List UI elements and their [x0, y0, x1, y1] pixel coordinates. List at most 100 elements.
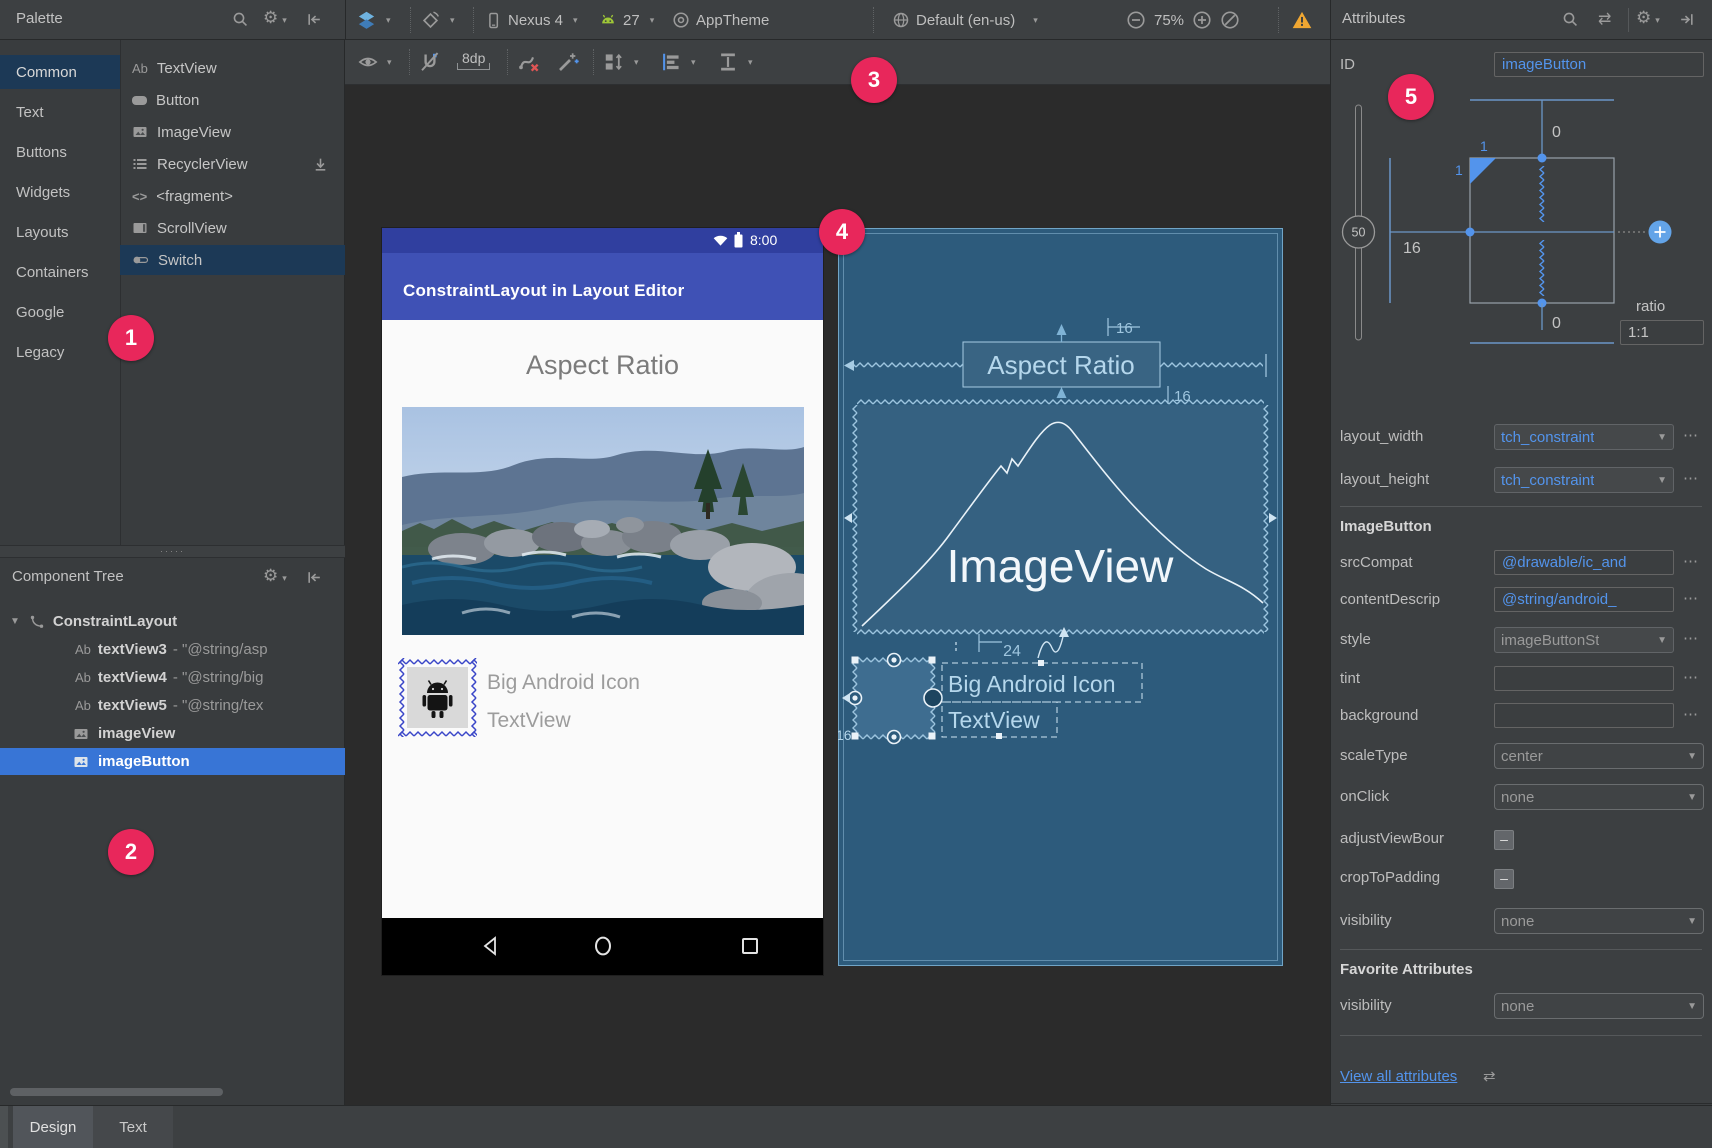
palette-item-recyclerview[interactable]: RecyclerView: [120, 149, 345, 179]
tree-row-constraintlayout[interactable]: ▼ ConstraintLayout: [0, 608, 345, 635]
recents-button-icon[interactable]: [740, 936, 760, 956]
layout-height-dropdown[interactable]: tch_constraint▼: [1494, 467, 1674, 493]
palette-category-text[interactable]: Text: [0, 95, 120, 129]
attr-row-favorite-visibility: visibility none▼: [1331, 993, 1712, 1021]
attr-row-style: style imageButtonSt▼ ⋯: [1331, 627, 1712, 655]
attr-row-layout-width: layout_width tch_constraint▼ ⋯: [1331, 424, 1712, 452]
tree-row-textview4[interactable]: Ab textView4 - "@string/big: [0, 664, 345, 691]
zoom-fit-icon[interactable]: [1220, 10, 1240, 30]
chevron-down-icon: ▼: [1687, 1001, 1697, 1012]
gear-icon[interactable]: ⚙▾: [263, 8, 287, 28]
palette-item-fragment[interactable]: <> <fragment>: [120, 181, 345, 211]
palette-category-containers[interactable]: Containers: [0, 255, 120, 289]
view-all-attributes-link[interactable]: View all attributes: [1340, 1068, 1457, 1085]
expander-icon[interactable]: ▼: [10, 616, 20, 627]
default-margin-control[interactable]: 8dp: [457, 50, 490, 70]
orientation-selector[interactable]: ▾: [421, 0, 455, 40]
tree-row-imagebutton[interactable]: imageButton: [0, 748, 345, 775]
background-input[interactable]: [1494, 703, 1674, 728]
image-icon: [132, 124, 148, 140]
palette-item-imageview[interactable]: ImageView: [120, 117, 345, 147]
clear-constraints-icon[interactable]: [517, 50, 541, 74]
autoconnect-off-icon[interactable]: [419, 51, 441, 73]
zoom-out-icon[interactable]: [1126, 10, 1146, 30]
tree-row-textview3[interactable]: Ab textView3 - "@string/asp: [0, 636, 345, 663]
device-selector[interactable]: Nexus 4▾: [485, 0, 578, 40]
attributes-header: Attributes ⇄ ⚙▾: [1330, 0, 1712, 40]
tree-row-imageview[interactable]: imageView: [0, 720, 345, 747]
swap-view-icon[interactable]: ⇄: [1598, 9, 1611, 29]
tab-text[interactable]: Text: [93, 1106, 173, 1148]
contentdescription-input[interactable]: @string/android_: [1494, 587, 1674, 612]
gear-icon[interactable]: ⚙▾: [1636, 8, 1660, 28]
tree-row-textview5[interactable]: Ab textView5 - "@string/tex: [0, 692, 345, 719]
tab-design[interactable]: Design: [13, 1106, 93, 1148]
code-icon: <>: [132, 189, 147, 204]
scaletype-dropdown[interactable]: center▼: [1494, 743, 1704, 769]
palette-category-buttons[interactable]: Buttons: [0, 135, 120, 169]
blueprint-imageview[interactable]: [857, 405, 1264, 632]
more-options-button[interactable]: ⋯: [1683, 629, 1699, 647]
more-options-button[interactable]: ⋯: [1683, 426, 1699, 444]
id-input[interactable]: imageButton: [1494, 52, 1704, 77]
infer-constraints-icon[interactable]: [556, 50, 580, 74]
home-button-icon[interactable]: [592, 935, 614, 957]
guideline-controls[interactable]: ▾: [717, 40, 753, 84]
textview-caption[interactable]: Big Android Icon TextView: [487, 664, 640, 740]
annotation-badge-5: 5: [1388, 74, 1434, 120]
collapse-panel-icon[interactable]: [306, 11, 323, 28]
palette-category-common[interactable]: Common: [0, 55, 120, 89]
collapse-panel-icon[interactable]: [1678, 11, 1695, 28]
palette-category-google[interactable]: Google: [0, 295, 120, 329]
view-options[interactable]: ▾: [358, 40, 392, 84]
layout-width-dropdown[interactable]: tch_constraint▼: [1494, 424, 1674, 450]
textview-aspect-ratio[interactable]: Aspect Ratio: [382, 350, 823, 381]
ratio-input[interactable]: 1:1: [1620, 320, 1704, 345]
palette-item-scrollview[interactable]: ScrollView: [120, 213, 345, 243]
more-options-button[interactable]: ⋯: [1683, 469, 1699, 487]
palette-category-legacy[interactable]: Legacy: [0, 335, 120, 369]
api-selector[interactable]: 27▾: [599, 0, 654, 40]
pack-controls[interactable]: ▾: [603, 40, 639, 84]
search-icon[interactable]: [1562, 11, 1579, 28]
warning-icon[interactable]: [1291, 10, 1313, 30]
design-surface-toolbar: ▾ ▾ Nexus 4▾ 27▾: [345, 0, 1330, 40]
palette-category-layouts[interactable]: Layouts: [0, 215, 120, 249]
favorite-attributes-header: Favorite Attributes: [1340, 961, 1473, 978]
search-icon[interactable]: [232, 11, 249, 28]
more-options-button[interactable]: ⋯: [1683, 589, 1699, 607]
back-button-icon[interactable]: [480, 935, 500, 957]
tint-input[interactable]: [1494, 666, 1674, 691]
favorite-visibility-dropdown[interactable]: none▼: [1494, 993, 1704, 1019]
blueprint-imagebutton-selected[interactable]: [855, 660, 933, 737]
zoom-in-icon[interactable]: [1192, 10, 1212, 30]
constraint-widget[interactable]: 50 0 16 1 1 0: [1331, 85, 1712, 360]
panel-splitter[interactable]: ·····: [0, 545, 345, 558]
imagebutton-android[interactable]: [398, 658, 477, 737]
blueprint-view[interactable]: Aspect Ratio 16 16 ImageView: [838, 228, 1283, 966]
design-surface-selector[interactable]: ▾: [357, 0, 391, 40]
style-dropdown[interactable]: imageButtonSt▼: [1494, 627, 1674, 653]
more-options-button[interactable]: ⋯: [1683, 705, 1699, 723]
chevron-down-icon: ▼: [1687, 792, 1697, 803]
locale-selector[interactable]: Default (en-us)▾: [892, 0, 1038, 40]
palette-item-switch[interactable]: Switch: [120, 245, 345, 275]
design-view-phone[interactable]: 8:00 ConstraintLayout in Layout Editor A…: [382, 228, 823, 975]
visibility-dropdown[interactable]: none▼: [1494, 908, 1704, 934]
palette-category-widgets[interactable]: Widgets: [0, 175, 120, 209]
srccompat-input[interactable]: @drawable/ic_and: [1494, 550, 1674, 575]
gear-icon[interactable]: ⚙▾: [263, 566, 287, 586]
align-controls[interactable]: ▾: [660, 40, 696, 84]
palette-item-textview[interactable]: Ab TextView: [120, 53, 345, 83]
adjustviewbounds-checkbox[interactable]: –: [1494, 830, 1514, 850]
download-icon[interactable]: [312, 156, 329, 173]
more-options-button[interactable]: ⋯: [1683, 668, 1699, 686]
croptopadding-checkbox[interactable]: –: [1494, 869, 1514, 889]
horizontal-scrollbar[interactable]: [10, 1088, 223, 1096]
imageview-photo[interactable]: [402, 407, 804, 635]
more-options-button[interactable]: ⋯: [1683, 552, 1699, 570]
theme-selector[interactable]: AppTheme: [672, 0, 769, 40]
palette-item-button[interactable]: Button: [120, 85, 345, 115]
collapse-panel-icon[interactable]: [306, 569, 323, 586]
onclick-dropdown[interactable]: none▼: [1494, 784, 1704, 810]
